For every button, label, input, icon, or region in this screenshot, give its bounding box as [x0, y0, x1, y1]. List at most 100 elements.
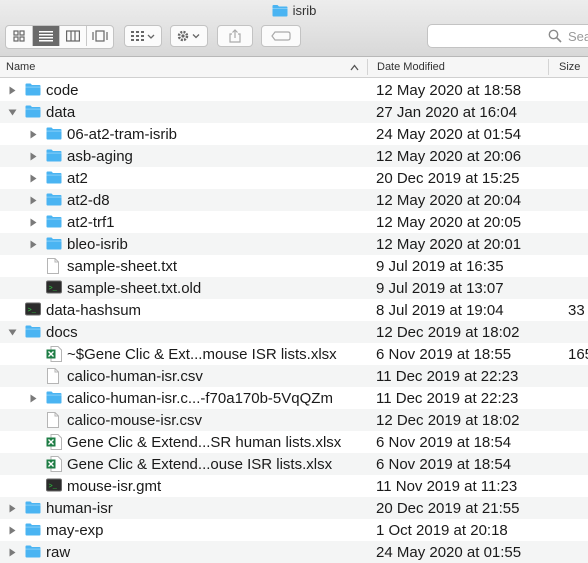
column-date-header[interactable]: Date Modified	[377, 61, 445, 73]
file-row[interactable]: raw 24 May 2020 at 01:55	[0, 541, 588, 563]
file-row[interactable]: ~$Gene Clic & Ext...mouse ISR lists.xlsx…	[0, 343, 588, 365]
file-row[interactable]: calico-mouse-isr.csv 12 Dec 2019 at 18:02	[0, 409, 588, 431]
file-row[interactable]: >_ sample-sheet.txt.old 9 Jul 2019 at 13:0…	[0, 277, 588, 299]
file-row[interactable]: Gene Clic & Extend...SR human lists.xlsx…	[0, 431, 588, 453]
view-switcher	[5, 25, 114, 49]
folder-icon	[25, 500, 41, 516]
file-date-modified: 11 Nov 2019 at 11:23	[376, 478, 518, 495]
disclosure-collapsed-icon[interactable]	[7, 84, 17, 96]
file-row[interactable]: docs 12 Dec 2019 at 18:02	[0, 321, 588, 343]
file-date-modified: 24 May 2020 at 01:55	[376, 544, 522, 561]
folder-icon	[46, 236, 62, 252]
column-name-header[interactable]: Name	[6, 61, 35, 73]
file-row[interactable]: 06-at2-tram-isrib 24 May 2020 at 01:54	[0, 123, 588, 145]
file-size: 165	[568, 346, 588, 363]
file-name: at2	[67, 170, 88, 187]
file-date-modified: 12 Dec 2019 at 18:02	[376, 412, 520, 429]
file-date-modified: 20 Dec 2019 at 15:25	[376, 170, 520, 187]
file-name: sample-sheet.txt	[67, 258, 178, 275]
file-row[interactable]: at2-trf1 12 May 2020 at 20:05	[0, 211, 588, 233]
excel-file-icon	[46, 346, 62, 362]
disclosure-expanded-icon[interactable]	[7, 106, 17, 118]
file-date-modified: 12 May 2020 at 20:01	[376, 236, 522, 253]
file-name: docs	[46, 324, 78, 341]
file-name: raw	[46, 544, 71, 561]
file-name: code	[46, 82, 79, 99]
gallery-view-button[interactable]	[87, 26, 113, 46]
search-icon	[548, 29, 562, 43]
file-date-modified: 9 Jul 2019 at 13:07	[376, 280, 504, 297]
text-file-icon	[46, 258, 62, 274]
disclosure-collapsed-icon[interactable]	[28, 172, 38, 184]
file-date-modified: 12 May 2020 at 20:06	[376, 148, 522, 165]
excel-file-icon	[46, 456, 62, 472]
gallery-icon	[92, 30, 108, 42]
file-row[interactable]: sample-sheet.txt 9 Jul 2019 at 16:35	[0, 255, 588, 277]
share-button[interactable]	[217, 25, 253, 47]
file-date-modified: 11 Dec 2019 at 22:23	[376, 368, 519, 385]
disclosure-collapsed-icon[interactable]	[28, 150, 38, 162]
disclosure-collapsed-icon[interactable]	[28, 392, 38, 404]
folder-icon	[46, 126, 62, 142]
edit-tags-button[interactable]	[261, 25, 301, 47]
file-row[interactable]: >_ data-hashsum 8 Jul 2019 at 19:04 33	[0, 299, 588, 321]
disclosure-collapsed-icon[interactable]	[28, 128, 38, 140]
file-row[interactable]: code 12 May 2020 at 18:58	[0, 79, 588, 101]
search-field[interactable]: Sea	[427, 24, 588, 48]
file-row[interactable]: calico-human-isr.csv 11 Dec 2019 at 22:23	[0, 365, 588, 387]
window-title: isrib	[0, 3, 588, 20]
terminal-file-icon: >_	[46, 478, 62, 494]
file-date-modified: 20 Dec 2019 at 21:55	[376, 500, 520, 517]
column-view-button[interactable]	[60, 26, 87, 46]
disclosure-collapsed-icon[interactable]	[28, 216, 38, 228]
file-date-modified: 12 May 2020 at 20:04	[376, 192, 522, 209]
svg-text:>_: >_	[28, 307, 37, 315]
file-name: data-hashsum	[46, 302, 142, 319]
column-divider[interactable]	[548, 59, 549, 75]
list-view-button[interactable]	[33, 26, 60, 46]
disclosure-collapsed-icon[interactable]	[28, 238, 38, 250]
disclosure-collapsed-icon[interactable]	[7, 546, 17, 558]
column-size-header[interactable]: Size	[559, 61, 580, 73]
terminal-file-icon: >_	[25, 302, 41, 318]
disclosure-collapsed-icon[interactable]	[7, 502, 17, 514]
icon-grid-icon	[13, 30, 25, 42]
file-name: at2-trf1	[67, 214, 115, 231]
share-icon	[229, 29, 241, 43]
file-date-modified: 11 Dec 2019 at 22:23	[376, 390, 519, 407]
file-row[interactable]: calico-human-isr.c...-f70a170b-5VqQZm 11 …	[0, 387, 588, 409]
file-name: calico-human-isr.c...-f70a170b-5VqQZm	[67, 390, 333, 407]
action-menu-button[interactable]	[170, 25, 208, 47]
sort-ascending-icon[interactable]	[350, 62, 359, 74]
file-row[interactable]: >_ mouse-isr.gmt 11 Nov 2019 at 11:23	[0, 475, 588, 497]
group-by-button[interactable]	[124, 25, 162, 47]
icon-view-button[interactable]	[6, 26, 33, 46]
window-title-text: isrib	[292, 3, 317, 18]
folder-icon	[46, 192, 62, 208]
file-row[interactable]: at2 20 Dec 2019 at 15:25	[0, 167, 588, 189]
file-row[interactable]: at2-d8 12 May 2020 at 20:04	[0, 189, 588, 211]
file-row[interactable]: bleo-isrib 12 May 2020 at 20:01	[0, 233, 588, 255]
toolbar: isrib Sea	[0, 0, 588, 57]
file-row[interactable]: asb-aging 12 May 2020 at 20:06	[0, 145, 588, 167]
file-list: code 12 May 2020 at 18:58 data 27 Jan 2020 …	[0, 79, 588, 563]
column-divider[interactable]	[367, 59, 368, 75]
file-date-modified: 12 May 2020 at 18:58	[376, 82, 522, 99]
file-date-modified: 1 Oct 2019 at 20:18	[376, 522, 508, 539]
folder-icon	[46, 148, 62, 164]
file-row[interactable]: Gene Clic & Extend...ouse ISR lists.xlsx…	[0, 453, 588, 475]
disclosure-collapsed-icon[interactable]	[7, 524, 17, 536]
folder-icon	[46, 214, 62, 230]
disclosure-collapsed-icon[interactable]	[28, 194, 38, 206]
columns-icon	[66, 30, 80, 42]
file-row[interactable]: human-isr 20 Dec 2019 at 21:55	[0, 497, 588, 519]
file-row[interactable]: may-exp 1 Oct 2019 at 20:18	[0, 519, 588, 541]
file-row[interactable]: data 27 Jan 2020 at 16:04	[0, 101, 588, 123]
gear-icon	[177, 30, 200, 42]
file-size: 33	[568, 302, 585, 319]
file-date-modified: 9 Jul 2019 at 16:35	[376, 258, 504, 275]
folder-icon	[272, 4, 288, 20]
disclosure-expanded-icon[interactable]	[7, 326, 17, 338]
folder-icon	[25, 104, 41, 120]
folder-icon	[25, 82, 41, 98]
